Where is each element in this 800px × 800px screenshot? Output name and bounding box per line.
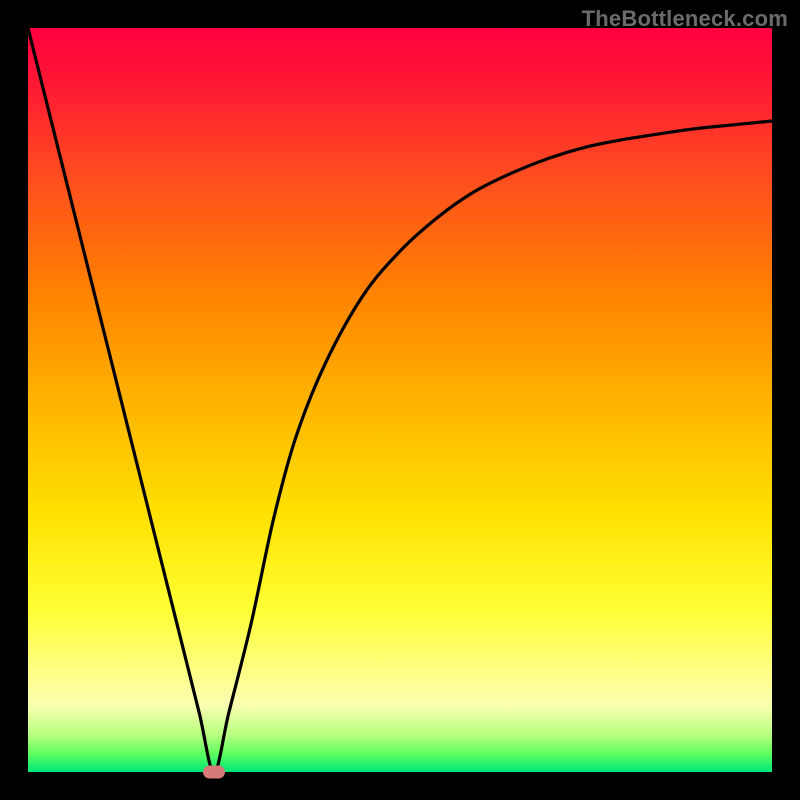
plot-area xyxy=(28,28,772,772)
min-marker xyxy=(203,766,225,779)
watermark-text: TheBottleneck.com xyxy=(582,6,788,32)
curve-path xyxy=(28,28,772,772)
chart-frame: TheBottleneck.com xyxy=(0,0,800,800)
curve-svg xyxy=(28,28,772,772)
